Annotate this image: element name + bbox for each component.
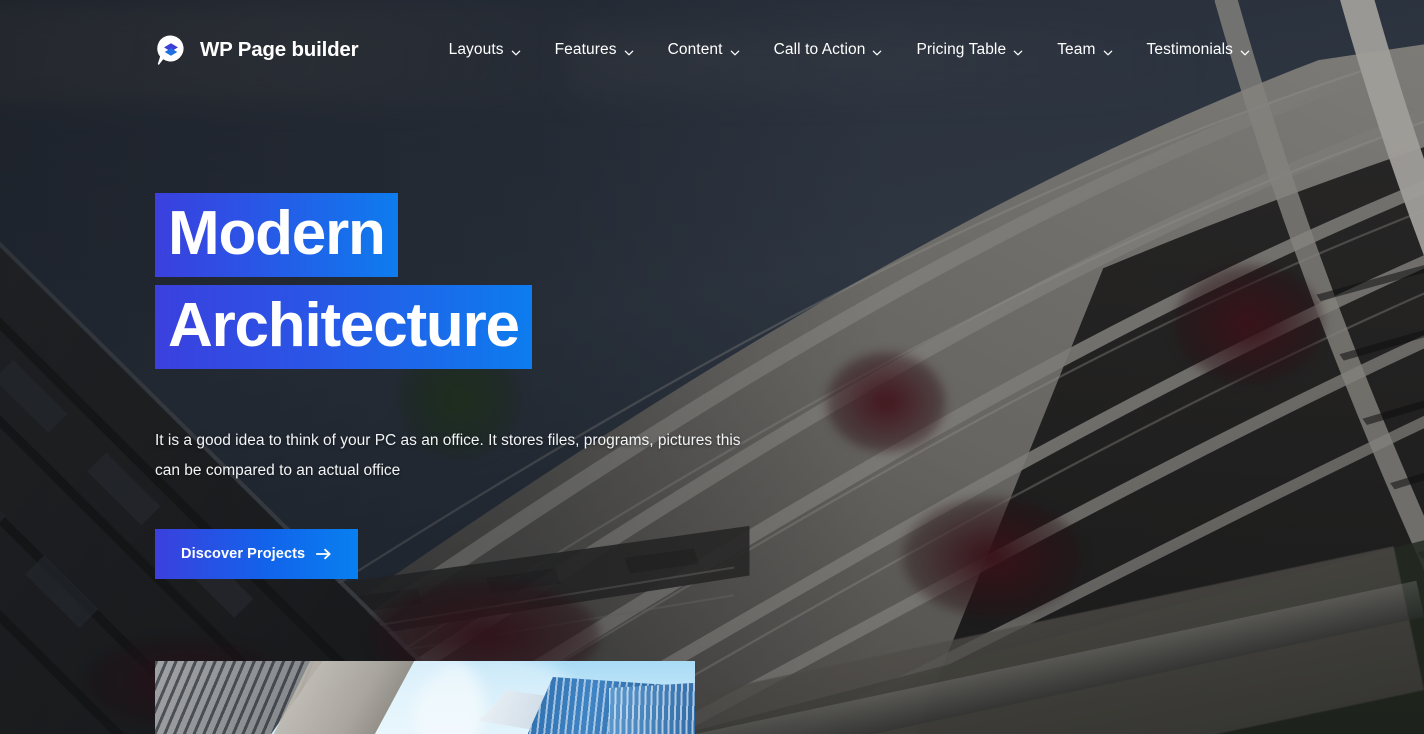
nav-item-label: Features: [554, 41, 617, 58]
hero-headline: Modern Architecture: [155, 193, 915, 369]
nav-item-call-to-action[interactable]: Call to Action: [757, 33, 900, 67]
chevron-down-icon: [624, 45, 634, 56]
nav-item-testimonials[interactable]: Testimonials: [1130, 33, 1267, 67]
showcase-tower-glass-far: [608, 682, 695, 734]
page-builder-logo-icon: [155, 34, 187, 66]
brand-logo-link[interactable]: WP Page builder: [155, 34, 359, 66]
chevron-down-icon: [872, 45, 882, 56]
nav-item-label: Layouts: [448, 41, 504, 58]
nav-item-content[interactable]: Content: [651, 33, 757, 67]
nav-menu: Layouts Features Content Call to Action: [432, 33, 1267, 67]
nav-item-label: Call to Action: [773, 41, 866, 58]
main-navigation: WP Page builder Layouts Features Content: [0, 0, 1424, 100]
hero-paragraph: It is a good idea to think of your PC as…: [155, 432, 741, 480]
hero-content: Modern Architecture It is a good idea to…: [155, 193, 915, 580]
chevron-down-icon: [1240, 45, 1250, 56]
nav-item-pricing-table[interactable]: Pricing Table: [899, 33, 1040, 67]
chevron-down-icon: [511, 45, 521, 56]
brand-name: WP Page builder: [200, 38, 359, 61]
headline-line-2: Architecture: [155, 285, 532, 369]
chevron-down-icon: [1013, 45, 1023, 56]
nav-item-layouts[interactable]: Layouts: [432, 33, 538, 67]
discover-projects-button[interactable]: Discover Projects: [155, 529, 359, 580]
nav-item-label: Pricing Table: [916, 41, 1007, 58]
arrow-right-icon: [316, 547, 332, 561]
chevron-down-icon: [730, 45, 740, 56]
nav-item-features[interactable]: Features: [538, 33, 651, 67]
showcase-image: [155, 661, 695, 734]
chevron-down-icon: [1103, 45, 1113, 56]
nav-item-team[interactable]: Team: [1040, 33, 1129, 67]
discover-projects-label: Discover Projects: [181, 546, 306, 563]
nav-item-label: Testimonials: [1146, 41, 1233, 58]
nav-item-label: Content: [667, 41, 723, 58]
headline-line-1: Modern: [155, 193, 398, 277]
nav-item-label: Team: [1057, 41, 1096, 58]
hero-section: WP Page builder Layouts Features Content: [0, 0, 1424, 734]
